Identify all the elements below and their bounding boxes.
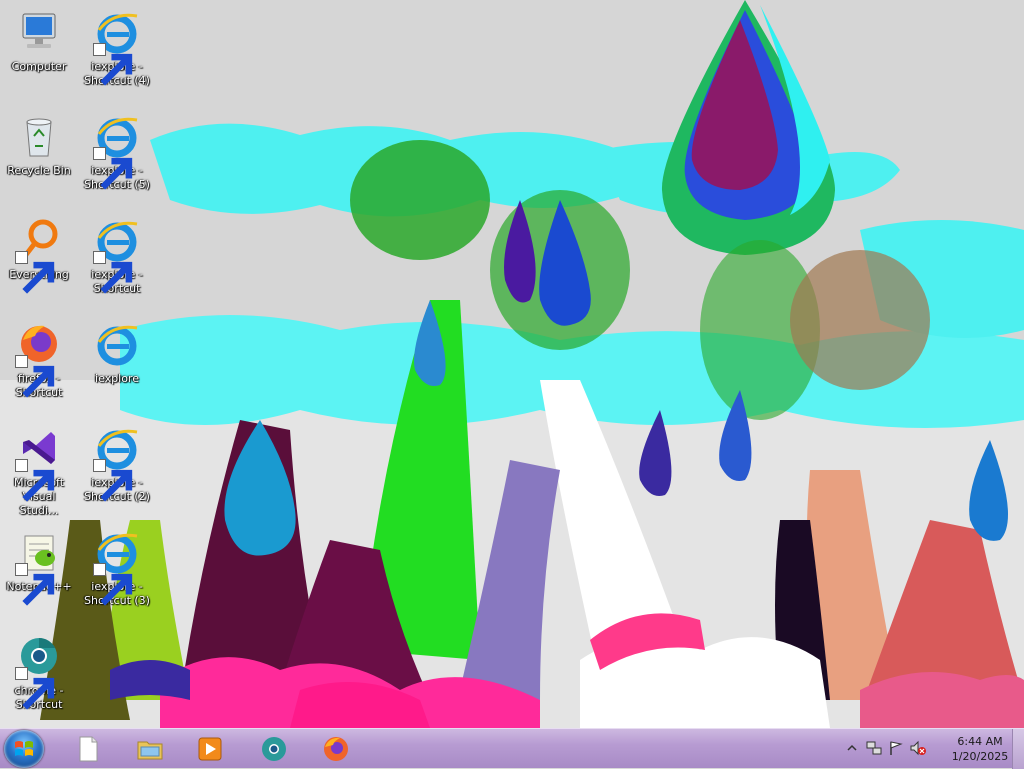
shortcut-arrow-icon: [15, 667, 55, 710]
desktop-icon-chrome[interactable]: chrome - Shortcut: [2, 628, 76, 728]
internet-explorer-icon: [97, 325, 138, 366]
taskbar-item-blank-document[interactable]: [60, 732, 116, 766]
taskbar-item-media-player[interactable]: [182, 732, 238, 766]
desktop-icon-recycle-bin[interactable]: Recycle Bin: [2, 108, 76, 208]
desktop-icon-visual-studio[interactable]: Microsoft Visual Studi...: [2, 420, 76, 520]
show-desktop-button[interactable]: [1012, 729, 1024, 769]
desktop-icon-label: iexplore: [95, 372, 139, 385]
media-player-icon: [198, 737, 222, 761]
taskbar: 6:44 AM 1/20/2025: [0, 728, 1024, 769]
show-hidden-icons-icon[interactable]: [844, 740, 860, 756]
taskbar-item-chrome[interactable]: [246, 732, 302, 766]
shortcut-arrow-icon: [93, 563, 133, 606]
desktop-icon-notepad-plus-plus[interactable]: Notepad++: [2, 524, 76, 624]
desktop-icon-computer[interactable]: Computer: [2, 4, 76, 104]
shortcut-arrow-icon: [15, 563, 55, 606]
desktop[interactable]: Computer iexplore - Shortcut (4) Recycle…: [0, 0, 1024, 728]
file-explorer-icon: [137, 741, 163, 760]
desktop-icon-iexplore-shortcut-2[interactable]: iexplore - Shortcut (2): [80, 420, 154, 520]
firefox-icon: [324, 737, 348, 761]
network-icon[interactable]: [866, 740, 882, 756]
action-center-flag-icon[interactable]: [888, 740, 904, 756]
blank-document-icon: [79, 736, 98, 762]
desktop-icon-firefox[interactable]: firefox - Shortcut: [2, 316, 76, 416]
notification-area: 6:44 AM 1/20/2025: [834, 729, 1024, 769]
clock-time: 6:44 AM: [957, 735, 1003, 748]
windows-start-icon: [15, 741, 33, 756]
desktop-icon-iexplore-shortcut-3[interactable]: iexplore - Shortcut (3): [80, 524, 154, 624]
computer-icon: [22, 13, 56, 48]
shortcut-arrow-icon: [15, 355, 55, 398]
shortcut-arrow-icon: [15, 459, 55, 502]
desktop-icon-iexplore-shortcut-5[interactable]: iexplore - Shortcut (5): [80, 108, 154, 208]
shortcut-arrow-icon: [93, 147, 133, 190]
taskbar-item-file-explorer[interactable]: [122, 732, 178, 766]
clock-date: 1/20/2025: [951, 750, 1009, 763]
start-button[interactable]: [4, 730, 44, 768]
desktop-icon-label: Recycle Bin: [7, 164, 71, 177]
taskbar-clock[interactable]: 6:44 AM 1/20/2025: [946, 734, 1014, 764]
desktop-icon-label: Computer: [11, 60, 67, 73]
shortcut-arrow-icon: [93, 251, 133, 294]
desktop-icon-iexplore-shortcut[interactable]: iexplore - Shortcut: [80, 212, 154, 312]
shortcut-arrow-icon: [93, 459, 133, 502]
volume-muted-icon[interactable]: [910, 740, 926, 756]
shortcut-arrow-icon: [93, 43, 133, 86]
shortcut-arrow-icon: [15, 251, 55, 294]
desktop-icon-iexplore-shortcut-4[interactable]: iexplore - Shortcut (4): [80, 4, 154, 104]
chrome-icon: [262, 737, 286, 761]
desktop-icon-everything[interactable]: Everything: [2, 212, 76, 312]
desktop-icon-iexplore[interactable]: iexplore: [80, 316, 154, 416]
taskbar-item-firefox[interactable]: [308, 732, 364, 766]
recycle-bin-icon: [26, 118, 52, 157]
